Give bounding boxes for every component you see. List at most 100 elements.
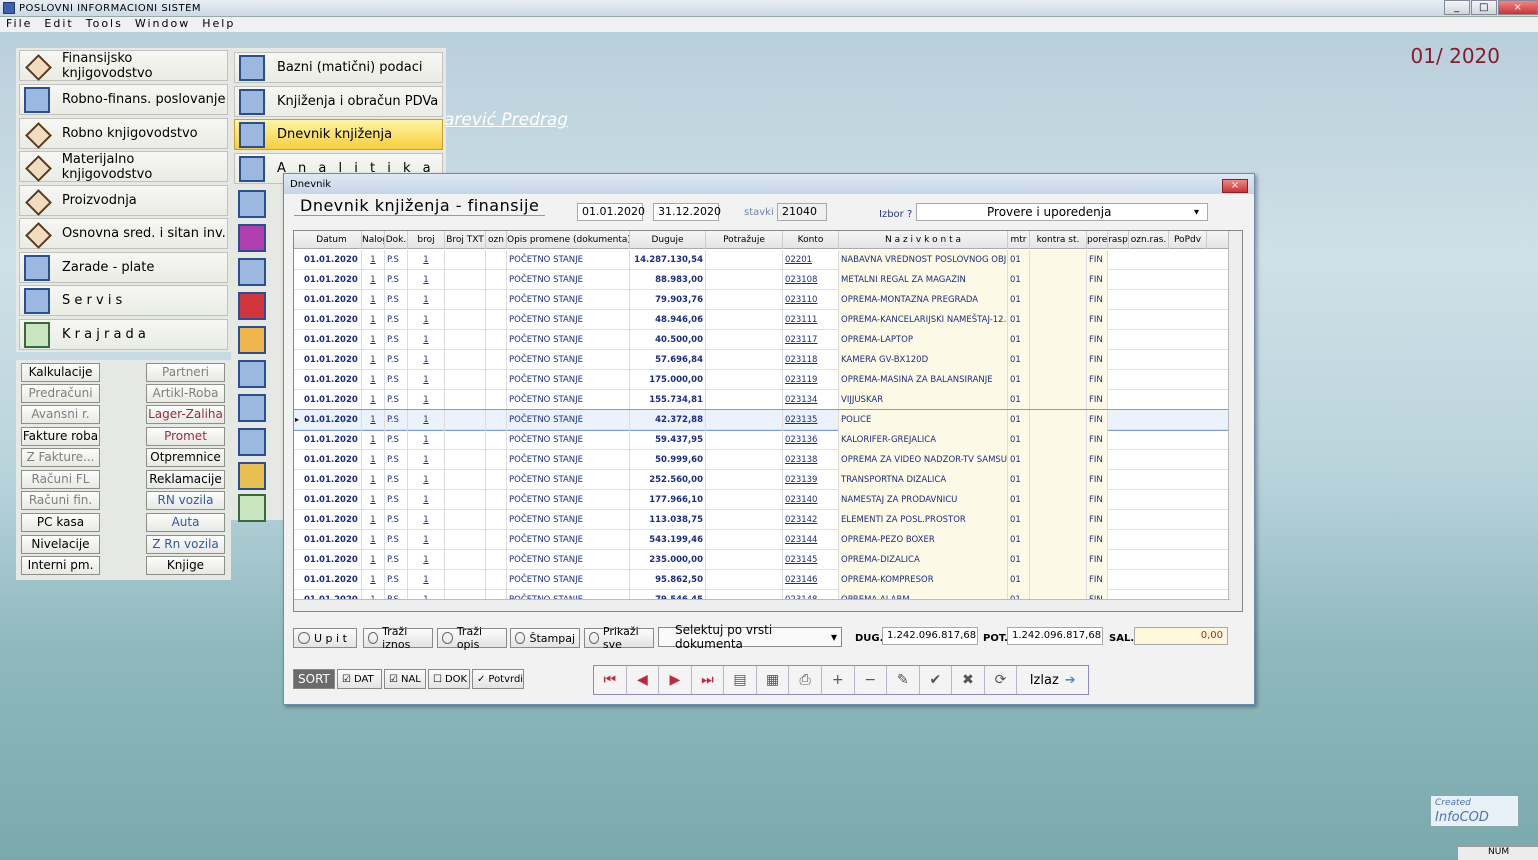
table-cell[interactable]: 1 (362, 550, 385, 570)
btn-kalkulacije[interactable]: Kalkulacije (21, 363, 100, 382)
btn-lager-zaliha[interactable]: Lager-Zaliha (146, 405, 225, 424)
table-cell[interactable]: 1 (408, 490, 445, 510)
refresh-icon[interactable]: ⟳ (985, 666, 1018, 694)
handshake-icon[interactable] (238, 326, 266, 354)
table-cell[interactable]: 1 (408, 270, 445, 290)
column-header[interactable]: Nalog (362, 231, 385, 249)
prikazi-sve-button[interactable]: Prikaži sve (584, 625, 654, 651)
btn-predracuni[interactable]: Predračuni (21, 384, 100, 403)
btn-nivelacije[interactable]: Nivelacije (21, 535, 100, 554)
column-header[interactable]: N a z i v k o n t a (839, 231, 1008, 249)
column-header[interactable]: Broj TXT (445, 231, 486, 249)
btn-rn-vozila[interactable]: RN vozila (146, 491, 225, 510)
table-cell[interactable]: 023108 (783, 270, 839, 290)
main-menu-materijalno[interactable]: Materijalno knjigovodstvo (19, 151, 228, 182)
table-cell[interactable]: 023136 (783, 430, 839, 450)
table-row[interactable]: 01.01.2020 1 P.S 1 POČETNO STANJE 88.983,00 02… (294, 270, 1229, 290)
sub-menu-knjizenja[interactable]: Knjiženja i obračun PDVa (234, 86, 443, 117)
btn-reklamacije[interactable]: Reklamacije (146, 470, 225, 489)
btn-partneri[interactable]: Partneri (146, 363, 225, 382)
btn-artikl-roba[interactable]: Artikl-Roba (146, 384, 225, 403)
confirm-button[interactable]: ✓ Potvrdi (472, 669, 524, 689)
main-menu-servis[interactable]: S e r v i s (19, 285, 228, 316)
table-cell[interactable]: 1 (362, 390, 385, 410)
sub-menu-bazni[interactable]: Bazni (matični) podaci (234, 52, 443, 83)
first-record-button[interactable]: ⏮ (594, 666, 627, 694)
column-header[interactable]: Konto (783, 231, 839, 249)
main-menu-robno-finans[interactable]: Robno-finans. poslovanje (19, 84, 228, 115)
cancel-icon[interactable]: ✖ (952, 666, 985, 694)
btn-z-rn-vozila[interactable]: Z Rn vozila (146, 535, 225, 554)
table-cell[interactable]: 1 (362, 290, 385, 310)
table-cell[interactable]: 1 (408, 550, 445, 570)
table-cell[interactable]: 1 (408, 410, 445, 430)
table-cell[interactable]: 1 (408, 470, 445, 490)
sort-dat-checkbox[interactable]: ☑ DAT (337, 669, 382, 689)
table-cell[interactable]: 023140 (783, 490, 839, 510)
vertical-scrollbar[interactable] (1228, 231, 1242, 611)
main-menu-osnovna-sred[interactable]: Osnovna sred. i sitan inv. (19, 218, 228, 249)
column-header[interactable]: porek pdv (1087, 231, 1108, 249)
main-menu-robno[interactable]: Robno knjigovodstvo (19, 118, 228, 149)
btn-knjige[interactable]: Knjige (146, 556, 225, 575)
sub-menu-dnevnik[interactable]: Dnevnik knjiženja (234, 119, 443, 150)
menu-file[interactable]: File (0, 17, 38, 32)
sort-nal-checkbox[interactable]: ☑ NAL (384, 669, 426, 689)
column-header[interactable]: Datum (302, 231, 362, 249)
table-cell[interactable]: 1 (362, 250, 385, 270)
table-cell[interactable]: 1 (362, 570, 385, 590)
red-book-icon[interactable] (238, 292, 266, 320)
table-cell[interactable]: 023134 (783, 390, 839, 410)
table-row[interactable]: 01.01.2020 1 P.S 1 POČETNO STANJE 57.696,84 02… (294, 350, 1229, 370)
table-row[interactable]: ▸ 01.01.2020 1 P.S 1 POČETNO STANJE 42.372,88 0… (294, 409, 1230, 431)
date-from-field[interactable]: 01.01.2020 (577, 203, 645, 221)
table-cell[interactable]: 1 (362, 310, 385, 330)
printer-icon[interactable]: ⎙ (789, 666, 822, 694)
table-cell[interactable]: 1 (362, 270, 385, 290)
table-cell[interactable]: 1 (362, 430, 385, 450)
column-header[interactable]: ozn (486, 231, 507, 249)
menu-window[interactable]: Window (129, 17, 196, 32)
table-cell[interactable]: 1 (408, 250, 445, 270)
table-cell[interactable]: 1 (408, 290, 445, 310)
close-window-button[interactable]: × (1498, 0, 1538, 15)
exit-door-icon[interactable] (238, 494, 266, 522)
table-cell[interactable]: 023111 (783, 310, 839, 330)
column-header[interactable]: broj (408, 231, 445, 249)
main-menu-finansijsko[interactable]: Finansijsko knjigovodstvo (19, 50, 228, 81)
table-cell[interactable]: 1 (408, 450, 445, 470)
table-row[interactable]: 01.01.2020 1 P.S 1 POČETNO STANJE 59.437,95 02… (294, 430, 1229, 450)
table-row[interactable]: 01.01.2020 1 P.S 1 POČETNO STANJE 79.903,76 02… (294, 290, 1229, 310)
table-cell[interactable]: 023144 (783, 530, 839, 550)
add-icon[interactable]: + (822, 666, 855, 694)
table-cell[interactable]: 1 (408, 370, 445, 390)
menu-edit[interactable]: Edit (38, 17, 79, 32)
table-row[interactable]: 01.01.2020 1 P.S 1 POČETNO STANJE 40.500,00 02… (294, 330, 1229, 350)
btn-racuni-fl[interactable]: Računi FL (21, 470, 100, 489)
minimize-button[interactable]: _ (1444, 0, 1470, 15)
table-cell[interactable]: 023142 (783, 510, 839, 530)
table-cell[interactable]: 1 (362, 490, 385, 510)
table-row[interactable]: 01.01.2020 1 P.S 1 POČETNO STANJE 155.734,81 0… (294, 390, 1229, 410)
table-cell[interactable]: 023110 (783, 290, 839, 310)
next-record-button[interactable]: ▶ (659, 666, 692, 694)
main-menu-proizvodnja[interactable]: Proizvodnja (19, 185, 228, 216)
table-cell[interactable]: 1 (408, 350, 445, 370)
document-type-select[interactable]: Selektuj po vrsti dokumenta ▾ (658, 623, 842, 651)
column-header[interactable]: rasp (1108, 231, 1129, 249)
column-header[interactable]: kontra st. (1030, 231, 1087, 249)
column-header[interactable]: PoPdv (1169, 231, 1207, 249)
table-cell[interactable]: 1 (408, 430, 445, 450)
table-cell[interactable]: 1 (362, 470, 385, 490)
table-cell[interactable]: 1 (362, 330, 385, 350)
table-cell[interactable]: 023139 (783, 470, 839, 490)
main-menu-kraj-rada[interactable]: K r a j r a d a (19, 319, 228, 350)
reading-book-icon[interactable] (238, 428, 266, 456)
table-row[interactable]: 01.01.2020 1 P.S 1 POČETNO STANJE 175.000,00 0… (294, 370, 1229, 390)
form-icon[interactable]: ▦ (757, 666, 790, 694)
table-cell[interactable]: 1 (362, 450, 385, 470)
table-cell[interactable]: 023117 (783, 330, 839, 350)
table-row[interactable]: 01.01.2020 1 P.S 1 POČETNO STANJE 252.560,00 0… (294, 470, 1229, 490)
book-stack-icon[interactable] (238, 224, 266, 252)
table-cell[interactable]: 023138 (783, 450, 839, 470)
